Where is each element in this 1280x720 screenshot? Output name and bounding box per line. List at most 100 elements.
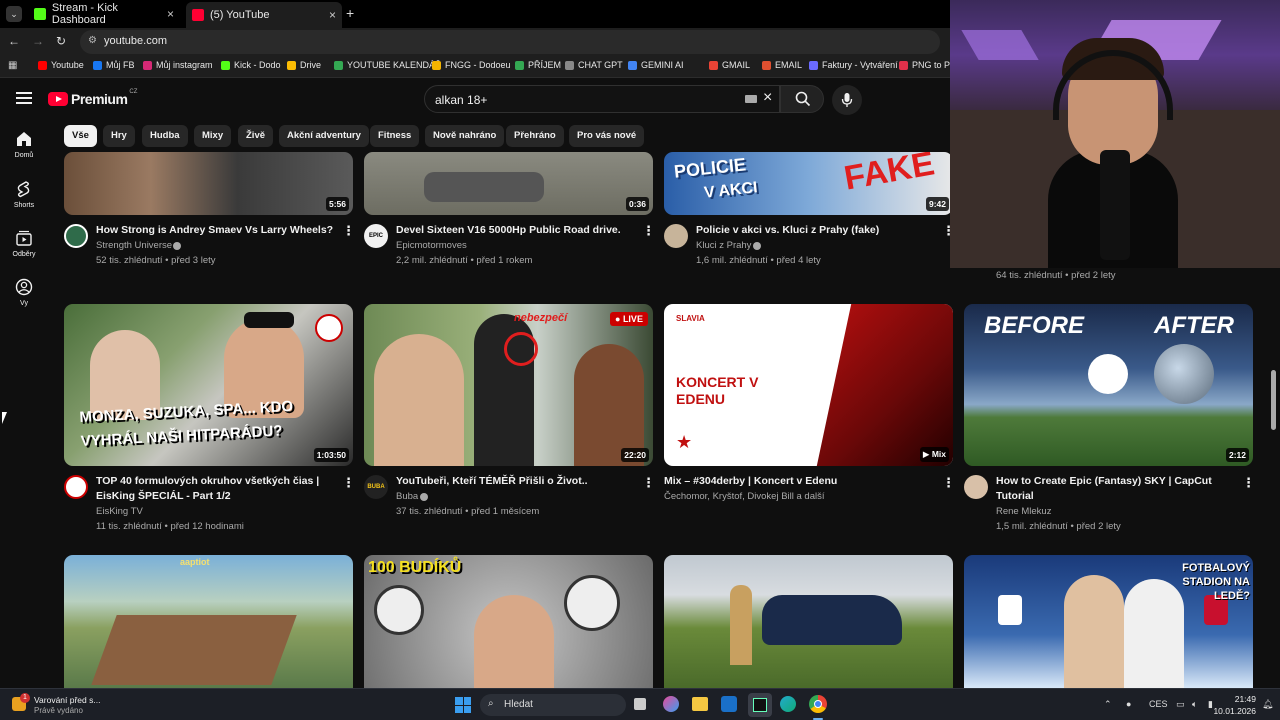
menu-icon[interactable]	[16, 92, 32, 104]
chip-music[interactable]: Hudba	[142, 125, 188, 147]
clock-time[interactable]: 21:49	[1226, 694, 1256, 704]
channel-name[interactable]: Kluci z Prahy	[696, 238, 751, 253]
chip-mixes[interactable]: Mixy	[194, 125, 232, 147]
more-options-icon[interactable]: ⋮	[1242, 476, 1255, 489]
copilot-icon[interactable]	[663, 696, 679, 712]
chip-games[interactable]: Hry	[103, 125, 135, 147]
video-thumbnail[interactable]: 5:56	[64, 152, 353, 215]
video-thumbnail[interactable]: 0:36	[364, 152, 653, 215]
video-thumbnail[interactable]: aaptiot	[64, 555, 353, 688]
start-button[interactable]	[455, 697, 471, 713]
close-icon[interactable]: ×	[167, 7, 174, 21]
tab-youtube[interactable]: (5) YouTube ×	[186, 2, 342, 28]
search-button[interactable]	[780, 85, 824, 113]
channel-avatar[interactable]	[964, 475, 988, 499]
channel-name[interactable]: Čechomor, Kryštof, Divokej Bill a další	[664, 489, 825, 504]
bookmark-item[interactable]: Drive	[287, 60, 321, 70]
bookmark-item[interactable]: Kick - Dodo	[221, 60, 281, 70]
volume-icon[interactable]: 🔈︎	[1192, 699, 1197, 710]
video-title[interactable]: Mix – #304derby | Koncert v Edenu	[664, 474, 934, 489]
more-options-icon[interactable]: ⋮	[342, 224, 355, 237]
apps-icon[interactable]: ▦	[8, 60, 17, 71]
page-scrollbar[interactable]	[1271, 370, 1276, 430]
channel-name[interactable]: Epicmotormoves	[396, 238, 467, 253]
tab-kick-dashboard[interactable]: Stream - Kick Dashboard ×	[28, 2, 180, 26]
channel-avatar[interactable]: BUBA	[364, 475, 388, 499]
outlook-icon[interactable]	[721, 696, 737, 712]
back-icon[interactable]: ←	[8, 34, 20, 48]
sidebar-item-subscriptions[interactable]: Odběry	[0, 229, 48, 258]
notifications-bell-icon[interactable]: 🔔︎	[1262, 699, 1273, 710]
bookmark-item[interactable]: FNGG - Dodoeu	[432, 60, 511, 70]
bookmark-item[interactable]: CHAT GPT	[565, 60, 623, 70]
file-explorer-icon[interactable]	[692, 697, 708, 711]
more-options-icon[interactable]: ⋮	[342, 476, 355, 489]
bookmark-item[interactable]: GEMINI AI	[628, 60, 684, 70]
chip-all[interactable]: Vše	[64, 125, 97, 147]
active-app-icon[interactable]	[748, 693, 772, 717]
channel-avatar[interactable]	[664, 224, 688, 248]
bookmark-item[interactable]: PŘÍJEM	[515, 60, 561, 70]
youtube-logo[interactable]: Premium CZ	[48, 89, 137, 107]
channel-avatar[interactable]	[64, 224, 88, 248]
reload-icon[interactable]: ↻	[56, 34, 66, 48]
more-options-icon[interactable]: ⋮	[642, 476, 655, 489]
bookmark-item[interactable]: EMAIL	[762, 60, 802, 70]
sidebar-item-home[interactable]: Domů	[0, 130, 48, 159]
search-input[interactable]: alkan 18+ ×	[424, 85, 780, 113]
channel-avatar[interactable]	[64, 475, 88, 499]
video-title[interactable]: YouTubeři, Kteří TÉMĚŘ Přišli o Život..	[396, 474, 636, 489]
video-title[interactable]: Devel Sixteen V16 5000Hp Public Road dri…	[396, 223, 636, 238]
task-view-icon[interactable]	[634, 698, 646, 710]
video-title[interactable]: Policie v akci vs. Kluci z Prahy (fake)	[696, 223, 936, 238]
chrome-icon[interactable]	[809, 695, 827, 713]
bookmark-item[interactable]: GMAIL	[709, 60, 750, 70]
notification-widget[interactable]: 1 Varování před s... Právě vydáno	[12, 693, 132, 717]
display-icon[interactable]: ▭	[1176, 699, 1185, 710]
url-field[interactable]: ⚙ youtube.com	[80, 30, 940, 54]
bookmark-item[interactable]: Youtube	[38, 60, 84, 70]
keyboard-icon[interactable]	[745, 95, 757, 103]
more-options-icon[interactable]: ⋮	[942, 476, 955, 489]
chip-recently-uploaded[interactable]: Nově nahráno	[425, 125, 505, 147]
video-thumbnail[interactable]: 100 BUDÍKŮ	[364, 555, 653, 688]
bookmark-item[interactable]: Faktury - Vytváření	[809, 60, 898, 70]
site-info-icon[interactable]: ⚙	[88, 35, 97, 46]
chip-action-adventure[interactable]: Akční adventury	[279, 125, 369, 147]
video-title[interactable]: TOP 40 formulových okruhov všetkých čias…	[96, 474, 336, 504]
forward-icon[interactable]: →	[32, 34, 44, 48]
video-thumbnail[interactable]	[664, 555, 953, 688]
clock-date[interactable]: 10.01.2026	[1208, 706, 1256, 716]
clear-search-icon[interactable]: ×	[763, 89, 772, 107]
chip-fitness[interactable]: Fitness	[370, 125, 420, 147]
sidebar-item-shorts[interactable]: Shorts	[0, 180, 48, 209]
language-indicator[interactable]: CES	[1149, 699, 1168, 709]
more-options-icon[interactable]: ⋮	[642, 224, 655, 237]
video-title[interactable]: How to Create Epic (Fantasy) SKY | CapCu…	[996, 474, 1236, 504]
taskbar-search[interactable]: ⌕ Hledat	[480, 694, 626, 716]
channel-name[interactable]: Rene Mlekuz	[996, 504, 1051, 519]
sidebar-item-you[interactable]: Vy	[0, 278, 48, 307]
video-title[interactable]: How Strong is Andrey Smaev Vs Larry Whee…	[96, 223, 336, 238]
video-thumbnail[interactable]: MONZA, SUZUKA, SPA... KDO VYHRÁL NAŠI HI…	[64, 304, 353, 466]
microphone-tray-icon[interactable]: ●	[1126, 699, 1131, 709]
video-thumbnail[interactable]: POLICIE V AKCI FAKE 9:42	[664, 152, 953, 215]
chip-watched[interactable]: Přehráno	[506, 125, 564, 147]
close-icon[interactable]: ×	[329, 8, 336, 22]
voice-search-button[interactable]	[832, 85, 862, 115]
video-thumbnail[interactable]: SLAVIA KONCERT V EDENU ★ ▶ Mix	[664, 304, 953, 466]
bookmark-item[interactable]: YOUTUBE KALENDÁŘ	[334, 60, 442, 70]
video-thumbnail[interactable]: FOTBALOVÝ STADION NA LEDĚ?	[964, 555, 1253, 688]
bookmark-item[interactable]: Můj FB	[93, 60, 135, 70]
video-thumbnail[interactable]: BEFORE AFTER 2:12	[964, 304, 1253, 466]
new-tab-button[interactable]: +	[346, 5, 354, 21]
tab-search-button[interactable]: ⌄	[6, 6, 22, 22]
bookmark-item[interactable]: Můj instagram	[143, 60, 213, 70]
chip-live[interactable]: Živě	[238, 125, 274, 147]
edge-icon[interactable]	[780, 696, 796, 712]
chip-new-to-you[interactable]: Pro vás nové	[569, 125, 645, 147]
channel-name[interactable]: Buba	[396, 489, 418, 504]
channel-name[interactable]: Strength Universe	[96, 238, 172, 253]
tray-overflow-icon[interactable]: ⌃	[1104, 699, 1112, 710]
channel-name[interactable]: EisKing TV	[96, 504, 143, 519]
